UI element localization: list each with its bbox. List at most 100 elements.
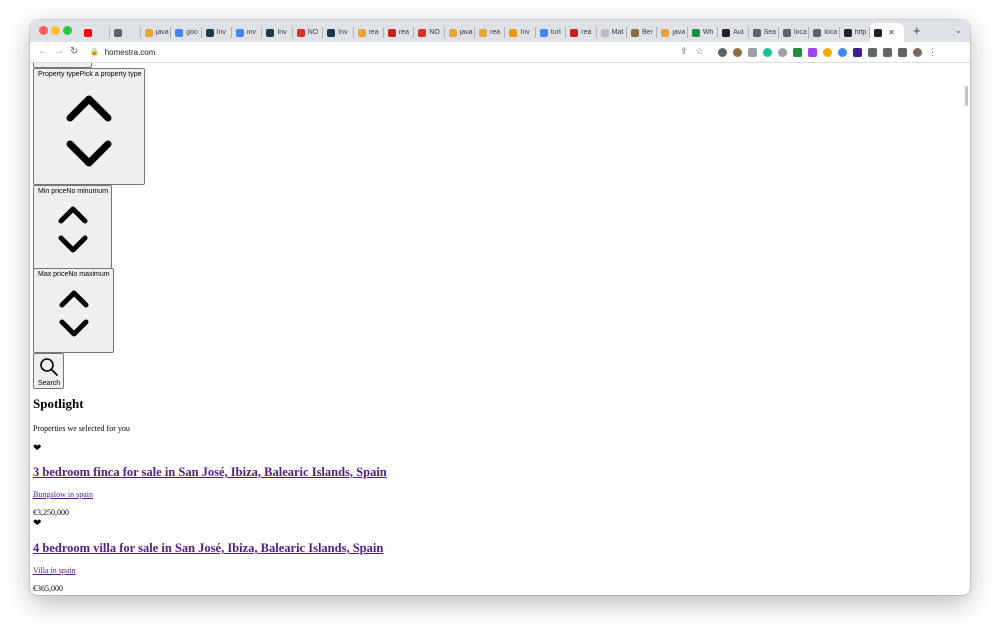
min-price-select[interactable]: Min priceNo minumum (33, 185, 112, 269)
avatar[interactable] (913, 48, 922, 57)
property-type-select[interactable]: Property typePick a property type (33, 68, 145, 185)
chrome-extension-icon[interactable] (838, 48, 847, 57)
browser-tab[interactable]: rea (384, 23, 415, 42)
browser-tab[interactable]: Mat (597, 23, 628, 42)
chevron-up-down-icon (58, 206, 88, 253)
tab-title: turt (550, 29, 561, 36)
browser-tab[interactable]: NO (293, 23, 324, 42)
opera-icon (418, 28, 427, 37)
browser-tab[interactable]: Inv (262, 23, 294, 42)
site-icon (874, 28, 883, 37)
extension-icon[interactable] (853, 48, 862, 57)
bookmark-star-icon[interactable]: ☆ (696, 46, 704, 57)
site-icon (631, 28, 640, 37)
max-price-select[interactable]: Max priceNo maximum (33, 268, 114, 353)
tab-title: java (672, 29, 686, 36)
maximize-window-button[interactable] (63, 26, 72, 35)
browser-tab[interactable] (80, 23, 111, 42)
browser-tab[interactable]: Inv (323, 23, 354, 42)
side-panel-icon[interactable] (898, 48, 907, 57)
google-icon (235, 28, 244, 37)
tab-title: Inv (520, 29, 530, 36)
tab-search-icon[interactable]: ⌄ (955, 26, 962, 35)
puzzle-icon[interactable] (868, 48, 877, 57)
google-icon (539, 28, 548, 37)
site-icon (205, 28, 214, 37)
browser-tab[interactable]: loca (779, 23, 810, 42)
browser-tab[interactable]: Wh (688, 23, 719, 42)
shield-extension-icon[interactable] (793, 48, 802, 57)
active-browser-tab[interactable]: ✕ (870, 23, 905, 42)
code-icon (509, 28, 518, 37)
browser-tab[interactable]: Inv (202, 23, 233, 42)
speaker-icon (114, 28, 123, 37)
favorite-heart-icon[interactable]: ❤ (33, 519, 41, 529)
browser-tab[interactable]: Inv (505, 23, 537, 42)
search-button[interactable]: Search (33, 353, 64, 389)
browser-tab[interactable] (110, 23, 142, 42)
site-icon (327, 28, 336, 37)
browser-tab[interactable]: turt (536, 23, 567, 42)
bulb-extension-icon[interactable] (823, 48, 832, 57)
property-title-link[interactable]: 4 bedroom villa for sale in San José, Ib… (33, 541, 383, 556)
browser-tab[interactable]: java (657, 23, 689, 42)
tab-title: Inv (216, 29, 226, 36)
reading-list-icon[interactable] (883, 48, 892, 57)
extension-icon[interactable] (733, 48, 742, 57)
browser-tab[interactable]: rea (566, 23, 598, 42)
camera-extension-icon[interactable] (748, 48, 757, 57)
close-tab-icon[interactable]: ✕ (888, 28, 895, 37)
stackoverflow-icon (479, 28, 488, 37)
property-type-link[interactable]: Villa in spain (33, 566, 76, 575)
scrollbar[interactable] (965, 86, 968, 106)
search-icon (40, 358, 58, 376)
stackoverflow-icon (448, 28, 457, 37)
extension-icon[interactable] (808, 48, 817, 57)
globe-icon (782, 28, 791, 37)
site-icon (570, 28, 579, 37)
back-button[interactable]: ← (38, 46, 48, 58)
browser-window: java goo Inv inv Inv NO Inv rea rea NO java rea Inv t… (30, 20, 970, 595)
opera-icon (296, 28, 305, 37)
browser-tab[interactable]: rea (475, 23, 506, 42)
tab-title: loca (824, 29, 838, 36)
tab-title: NO (429, 29, 440, 36)
tab-list: java goo Inv inv Inv NO Inv rea rea NO java rea Inv t… (80, 23, 905, 42)
address-bar[interactable]: 🔒 homestra.com (90, 45, 715, 59)
browser-tab[interactable]: Aut (718, 23, 749, 42)
browser-tab[interactable]: java (141, 23, 172, 42)
spotlight-heading: Spotlight (33, 396, 84, 411)
tab-title: Ber (642, 29, 653, 36)
spotlight-subtitle: Properties we selected for you (33, 424, 130, 433)
site-icon (691, 28, 700, 37)
browser-tab[interactable]: java (445, 23, 476, 42)
browser-tab[interactable]: loca (809, 23, 841, 42)
property-title-link[interactable]: 3 bedroom finca for sale in San José, Ib… (33, 465, 387, 480)
reload-button[interactable]: ↻ (70, 46, 78, 58)
browser-tab[interactable]: goo (171, 23, 202, 42)
new-tab-button[interactable]: + (913, 24, 921, 37)
minimize-window-button[interactable] (51, 26, 60, 35)
forward-button[interactable]: → (54, 46, 64, 58)
google-icon (175, 28, 184, 37)
browser-tab[interactable]: inv (232, 23, 263, 42)
browser-tab[interactable]: Ber (627, 23, 658, 42)
extension-icon[interactable] (778, 48, 787, 57)
tab-title: Aut (733, 29, 744, 36)
globe-icon (813, 28, 822, 37)
grammarly-icon[interactable] (763, 48, 772, 57)
share-icon[interactable]: ⇪ (680, 46, 688, 57)
browser-tab[interactable]: http (840, 23, 871, 42)
extensions-bar: ⋮ (718, 47, 937, 58)
favorite-heart-icon[interactable]: ❤ (33, 444, 41, 454)
tab-title: Inv (338, 29, 348, 36)
stackoverflow-icon (357, 28, 366, 37)
extension-icon[interactable] (718, 48, 727, 57)
browser-tab[interactable]: rea (354, 23, 385, 42)
close-window-button[interactable] (39, 26, 48, 35)
browser-tab[interactable]: Sea (749, 23, 780, 42)
menu-icon[interactable]: ⋮ (928, 47, 937, 58)
property-type-link[interactable]: Bungalow in spain (33, 490, 93, 499)
browser-tab[interactable]: NO (414, 23, 446, 42)
site-icon (387, 28, 396, 37)
